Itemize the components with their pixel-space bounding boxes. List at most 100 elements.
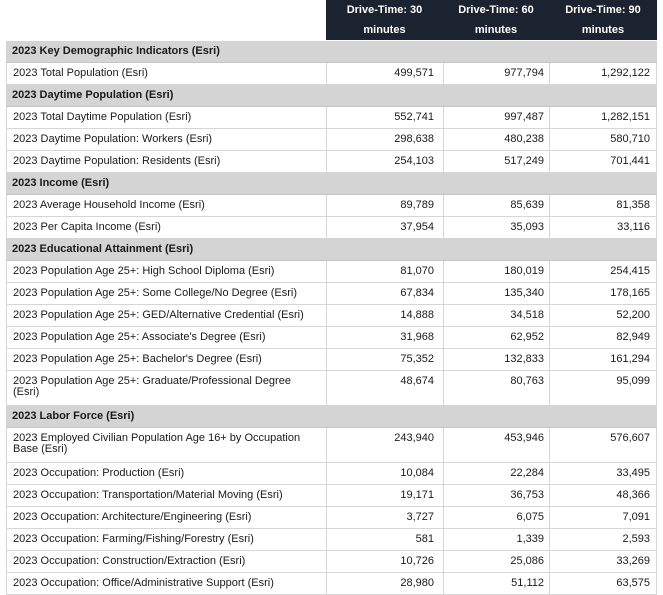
value-60-minutes: 51,112 [443, 573, 549, 594]
table-row: 2023 Daytime Population: Residents (Esri… [6, 151, 657, 173]
value-90-minutes: 1,282,151 [549, 107, 657, 128]
value-90-minutes: 33,495 [549, 463, 657, 484]
value-30-minutes: 31,968 [326, 327, 443, 348]
row-label: 2023 Population Age 25+: High School Dip… [6, 261, 326, 282]
value-90-minutes: 81,358 [549, 195, 657, 216]
value-30-minutes: 243,940 [326, 428, 443, 462]
section-title: 2023 Labor Force (Esri) [12, 410, 135, 422]
row-label: 2023 Per Capita Income (Esri) [6, 217, 326, 238]
section-title: 2023 Income (Esri) [12, 177, 110, 189]
value-60-minutes: 25,086 [443, 551, 549, 572]
table-header: Drive-Time: 30 minutes Drive-Time: 60 mi… [0, 0, 663, 41]
table-row: 2023 Occupation: Construction/Extraction… [6, 551, 657, 573]
value-90-minutes: 701,441 [549, 151, 657, 172]
value-30-minutes: 89,789 [326, 195, 443, 216]
row-label: 2023 Population Age 25+: Bachelor's Degr… [6, 349, 326, 370]
value-60-minutes: 453,946 [443, 428, 549, 462]
column-header-30-minutes: Drive-Time: 30 minutes [326, 0, 443, 40]
row-label: 2023 Occupation: Farming/Fishing/Forestr… [6, 529, 326, 550]
value-90-minutes: 33,269 [549, 551, 657, 572]
table-row: 2023 Employed Civilian Population Age 16… [6, 428, 657, 463]
column-header-60-minutes: Drive-Time: 60 minutes [443, 0, 549, 40]
row-label: 2023 Occupation: Office/Administrative S… [6, 573, 326, 594]
value-30-minutes: 499,571 [326, 63, 443, 84]
row-label: 2023 Occupation: Architecture/Engineerin… [6, 507, 326, 528]
value-60-minutes: 34,518 [443, 305, 549, 326]
table-row: 2023 Total Daytime Population (Esri) 552,… [6, 107, 657, 129]
table-row: 2023 Population Age 25+: GED/Alternative… [6, 305, 657, 327]
value-90-minutes: 254,415 [549, 261, 657, 282]
value-30-minutes: 19,171 [326, 485, 443, 506]
value-30-minutes: 10,726 [326, 551, 443, 572]
value-60-minutes: 132,833 [443, 349, 549, 370]
row-label: 2023 Daytime Population: Workers (Esri) [6, 129, 326, 150]
value-60-minutes: 977,794 [443, 63, 549, 84]
value-90-minutes: 161,294 [549, 349, 657, 370]
value-90-minutes: 63,575 [549, 573, 657, 594]
report-table: Drive-Time: 30 minutes Drive-Time: 60 mi… [0, 0, 663, 595]
column-header-90-minutes: Drive-Time: 90 minutes [549, 0, 657, 40]
row-label: 2023 Average Household Income (Esri) [6, 195, 326, 216]
value-60-minutes: 480,238 [443, 129, 549, 150]
value-90-minutes: 82,949 [549, 327, 657, 348]
value-30-minutes: 254,103 [326, 151, 443, 172]
section-header: 2023 Daytime Population (Esri) [6, 85, 657, 107]
value-90-minutes: 52,200 [549, 305, 657, 326]
row-label: 2023 Employed Civilian Population Age 16… [6, 428, 326, 462]
row-label: 2023 Population Age 25+: Associate's Deg… [6, 327, 326, 348]
value-60-minutes: 35,093 [443, 217, 549, 238]
value-30-minutes: 28,980 [326, 573, 443, 594]
value-90-minutes: 1,292,122 [549, 63, 657, 84]
row-label: 2023 Occupation: Construction/Extraction… [6, 551, 326, 572]
value-60-minutes: 180,019 [443, 261, 549, 282]
value-90-minutes: 178,165 [549, 283, 657, 304]
table-row: 2023 Total Population (Esri) 499,571 977,7… [6, 63, 657, 85]
section-header: 2023 Key Demographic Indicators (Esri) [6, 41, 657, 63]
value-30-minutes: 48,674 [326, 371, 443, 405]
table-row: 2023 Population Age 25+: Graduate/Profes… [6, 371, 657, 406]
value-90-minutes: 580,710 [549, 129, 657, 150]
value-30-minutes: 67,834 [326, 283, 443, 304]
table-row: 2023 Occupation: Farming/Fishing/Forestr… [6, 529, 657, 551]
value-30-minutes: 10,084 [326, 463, 443, 484]
row-label: 2023 Total Daytime Population (Esri) [6, 107, 326, 128]
value-90-minutes: 7,091 [549, 507, 657, 528]
row-label: 2023 Population Age 25+: Graduate/Profes… [6, 371, 326, 405]
row-label: 2023 Occupation: Production (Esri) [6, 463, 326, 484]
value-60-minutes: 62,952 [443, 327, 549, 348]
value-30-minutes: 14,888 [326, 305, 443, 326]
value-60-minutes: 80,763 [443, 371, 549, 405]
section-header: 2023 Income (Esri) [6, 173, 657, 195]
value-60-minutes: 85,639 [443, 195, 549, 216]
table-row: 2023 Population Age 25+: High School Dip… [6, 261, 657, 283]
section-title: 2023 Daytime Population (Esri) [12, 89, 174, 101]
section-header: 2023 Labor Force (Esri) [6, 406, 657, 428]
value-30-minutes: 75,352 [326, 349, 443, 370]
row-label: 2023 Daytime Population: Residents (Esri… [6, 151, 326, 172]
value-90-minutes: 33,116 [549, 217, 657, 238]
value-60-minutes: 135,340 [443, 283, 549, 304]
value-60-minutes: 1,339 [443, 529, 549, 550]
value-30-minutes: 3,727 [326, 507, 443, 528]
value-60-minutes: 36,753 [443, 485, 549, 506]
section-title: 2023 Key Demographic Indicators (Esri) [12, 45, 220, 57]
value-60-minutes: 997,487 [443, 107, 549, 128]
table-row: 2023 Average Household Income (Esri) 89,7… [6, 195, 657, 217]
table-row: 2023 Occupation: Production (Esri) 10,084… [6, 463, 657, 485]
column-header-label: Drive-Time: 60 minutes [458, 4, 534, 36]
value-30-minutes: 37,954 [326, 217, 443, 238]
value-90-minutes: 576,607 [549, 428, 657, 462]
section-title: 2023 Educational Attainment (Esri) [12, 243, 194, 255]
table-body: 2023 Key Demographic Indicators (Esri) 20… [6, 41, 657, 595]
column-header-label: Drive-Time: 30 minutes [346, 4, 423, 36]
value-60-minutes: 6,075 [443, 507, 549, 528]
row-label: 2023 Population Age 25+: GED/Alternative… [6, 305, 326, 326]
value-30-minutes: 81,070 [326, 261, 443, 282]
value-90-minutes: 95,099 [549, 371, 657, 405]
table-row: 2023 Occupation: Architecture/Engineerin… [6, 507, 657, 529]
value-90-minutes: 48,366 [549, 485, 657, 506]
table-row: 2023 Daytime Population: Workers (Esri) 2… [6, 129, 657, 151]
value-30-minutes: 552,741 [326, 107, 443, 128]
table-row: 2023 Occupation: Office/Administrative S… [6, 573, 657, 595]
table-row: 2023 Population Age 25+: Some College/No… [6, 283, 657, 305]
